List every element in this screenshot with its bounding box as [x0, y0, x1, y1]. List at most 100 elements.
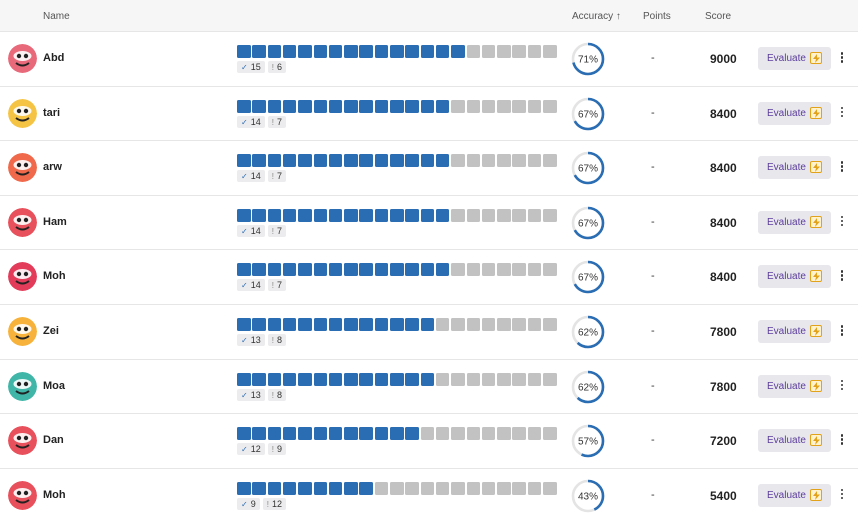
incorrect-answer-segment[interactable]	[481, 318, 496, 331]
more-options-icon[interactable]	[838, 434, 846, 448]
table-row[interactable]: Moa ✓ 13! 8 62% -7800 Evaluate	[0, 359, 858, 415]
incorrect-answer-segment[interactable]	[497, 208, 511, 222]
correct-answer-segment[interactable]	[344, 481, 358, 495]
correct-answer-segment[interactable]	[420, 263, 435, 277]
correct-answer-segment[interactable]	[237, 208, 251, 222]
correct-answer-segment[interactable]	[267, 45, 282, 58]
incorrect-answer-segment[interactable]	[543, 154, 557, 168]
incorrect-answer-segment[interactable]	[435, 318, 450, 331]
evaluate-button[interactable]: Evaluate	[758, 483, 831, 507]
incorrect-answer-segment[interactable]	[435, 427, 450, 441]
correct-answer-segment[interactable]	[237, 372, 251, 386]
correct-answer-segment[interactable]	[390, 263, 404, 277]
more-options-icon[interactable]	[838, 270, 846, 284]
correct-answer-segment[interactable]	[405, 427, 419, 441]
incorrect-answer-segment[interactable]	[451, 427, 465, 441]
table-row[interactable]: Dan ✓ 12! 9 57% -7200 Evaluate	[0, 414, 858, 469]
correct-answer-segment[interactable]	[359, 99, 373, 113]
evaluate-button[interactable]: Evaluate	[758, 210, 831, 234]
correct-answer-segment[interactable]	[374, 208, 389, 222]
incorrect-answer-segment[interactable]	[420, 427, 435, 441]
player-name[interactable]: Zei	[43, 325, 67, 337]
incorrect-answer-segment[interactable]	[497, 263, 511, 277]
correct-answer-segment[interactable]	[420, 99, 435, 113]
incorrect-answer-segment[interactable]	[466, 154, 480, 168]
incorrect-answer-segment[interactable]	[497, 154, 511, 168]
correct-answer-segment[interactable]	[344, 372, 358, 386]
more-options-icon[interactable]	[838, 161, 846, 175]
incorrect-answer-segment[interactable]	[497, 45, 511, 58]
incorrect-answer-segment[interactable]	[512, 372, 526, 386]
correct-answer-segment[interactable]	[252, 99, 266, 113]
correct-answer-segment[interactable]	[359, 263, 373, 277]
column-header-accuracy[interactable]: Accuracy ↑	[572, 11, 621, 22]
correct-answer-segment[interactable]	[344, 318, 358, 331]
correct-answer-segment[interactable]	[252, 481, 266, 495]
incorrect-answer-segment[interactable]	[481, 481, 496, 495]
correct-answer-segment[interactable]	[359, 154, 373, 168]
correct-answer-segment[interactable]	[237, 99, 251, 113]
evaluate-button[interactable]: Evaluate	[758, 156, 831, 180]
incorrect-answer-segment[interactable]	[512, 481, 526, 495]
correct-answer-segment[interactable]	[313, 372, 327, 386]
correct-answer-segment[interactable]	[374, 372, 389, 386]
correct-answer-segment[interactable]	[390, 372, 404, 386]
correct-answer-segment[interactable]	[390, 99, 404, 113]
correct-answer-segment[interactable]	[328, 481, 343, 495]
correct-answer-segment[interactable]	[282, 372, 297, 386]
correct-answer-segment[interactable]	[237, 427, 251, 441]
correct-answer-segment[interactable]	[282, 208, 297, 222]
incorrect-answer-segment[interactable]	[543, 372, 557, 386]
correct-answer-segment[interactable]	[390, 427, 404, 441]
incorrect-answer-segment[interactable]	[497, 372, 511, 386]
evaluate-button[interactable]: Evaluate	[758, 374, 831, 398]
correct-answer-segment[interactable]	[282, 481, 297, 495]
incorrect-answer-segment[interactable]	[481, 208, 496, 222]
correct-answer-segment[interactable]	[328, 208, 343, 222]
incorrect-answer-segment[interactable]	[466, 372, 480, 386]
incorrect-answer-segment[interactable]	[481, 427, 496, 441]
incorrect-answer-segment[interactable]	[481, 99, 496, 113]
table-row[interactable]: arw ✓ 14! 7 67% -8400 Evaluate	[0, 141, 858, 196]
correct-answer-segment[interactable]	[390, 208, 404, 222]
correct-answer-segment[interactable]	[298, 263, 312, 277]
incorrect-answer-segment[interactable]	[481, 154, 496, 168]
more-options-icon[interactable]	[838, 488, 846, 503]
incorrect-answer-segment[interactable]	[543, 318, 557, 331]
correct-answer-segment[interactable]	[405, 99, 419, 113]
incorrect-answer-segment[interactable]	[466, 45, 480, 58]
correct-answer-segment[interactable]	[390, 318, 404, 331]
correct-answer-segment[interactable]	[359, 372, 373, 386]
correct-answer-segment[interactable]	[313, 318, 327, 331]
incorrect-answer-segment[interactable]	[481, 372, 496, 386]
correct-answer-segment[interactable]	[359, 45, 373, 58]
table-row[interactable]: Zei ✓ 13! 8 62% -7800 Evaluate	[0, 305, 858, 360]
correct-answer-segment[interactable]	[435, 154, 450, 168]
correct-answer-segment[interactable]	[267, 427, 282, 441]
player-name[interactable]: arw	[43, 161, 67, 173]
correct-answer-segment[interactable]	[374, 45, 389, 58]
incorrect-answer-segment[interactable]	[435, 481, 450, 495]
correct-answer-segment[interactable]	[313, 427, 327, 441]
incorrect-answer-segment[interactable]	[451, 208, 465, 222]
incorrect-answer-segment[interactable]	[466, 481, 480, 495]
player-name[interactable]: Dan	[43, 434, 67, 446]
incorrect-answer-segment[interactable]	[497, 99, 511, 113]
correct-answer-segment[interactable]	[344, 208, 358, 222]
correct-answer-segment[interactable]	[435, 45, 450, 58]
player-name[interactable]: Abd	[43, 52, 67, 64]
incorrect-answer-segment[interactable]	[543, 208, 557, 222]
incorrect-answer-segment[interactable]	[466, 318, 480, 331]
correct-answer-segment[interactable]	[328, 99, 343, 113]
correct-answer-segment[interactable]	[374, 263, 389, 277]
incorrect-answer-segment[interactable]	[512, 45, 526, 58]
incorrect-answer-segment[interactable]	[527, 481, 542, 495]
correct-answer-segment[interactable]	[390, 154, 404, 168]
incorrect-answer-segment[interactable]	[543, 45, 557, 58]
player-name[interactable]: Moh	[43, 270, 67, 282]
correct-answer-segment[interactable]	[390, 45, 404, 58]
correct-answer-segment[interactable]	[313, 154, 327, 168]
correct-answer-segment[interactable]	[252, 318, 266, 331]
table-row[interactable]: tari ✓ 14! 7 67% -8400 Evaluate	[0, 86, 858, 142]
incorrect-answer-segment[interactable]	[543, 263, 557, 277]
